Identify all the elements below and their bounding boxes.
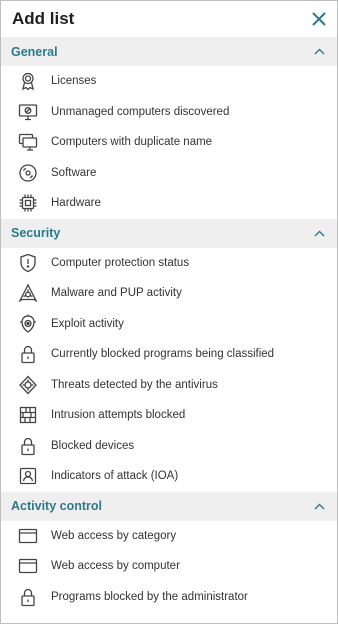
list-item-intrusion-attempts[interactable]: Intrusion attempts blocked	[1, 400, 337, 431]
list-item-web-access-computer[interactable]: Web access by computer	[1, 551, 337, 582]
list-item-software[interactable]: Software	[1, 158, 337, 189]
shield-alert-icon	[17, 252, 39, 274]
list-item-unmanaged-computers[interactable]: Unmanaged computers discovered	[1, 97, 337, 128]
general-list: Licenses Unmanaged computers discovered …	[1, 66, 337, 219]
list-item-web-access-category[interactable]: Web access by category	[1, 521, 337, 552]
item-label: Web access by category	[51, 529, 177, 542]
ioa-icon	[17, 465, 39, 487]
section-title: Security	[11, 226, 61, 240]
security-list: Computer protection status Malware and P…	[1, 248, 337, 492]
close-icon[interactable]	[311, 11, 327, 27]
list-item-duplicate-computers[interactable]: Computers with duplicate name	[1, 127, 337, 158]
item-label: Threats detected by the antivirus	[51, 378, 218, 391]
section-title: Activity control	[11, 499, 102, 513]
list-item-ioa[interactable]: Indicators of attack (IOA)	[1, 461, 337, 492]
item-label: Blocked devices	[51, 439, 135, 452]
item-label: Hardware	[51, 197, 101, 210]
chip-icon	[17, 192, 39, 214]
padlock-icon	[17, 435, 39, 457]
item-label: Computer protection status	[51, 256, 190, 269]
firewall-icon	[17, 404, 39, 426]
item-label: Unmanaged computers discovered	[51, 105, 230, 118]
item-label: Exploit activity	[51, 317, 124, 330]
chevron-up-icon[interactable]	[313, 48, 325, 56]
list-item-licenses[interactable]: Licenses	[1, 66, 337, 97]
browser-window-icon	[17, 525, 39, 547]
padlock-icon	[17, 343, 39, 365]
list-item-programs-blocked-admin[interactable]: Programs blocked by the administrator	[1, 582, 337, 613]
item-label: Computers with duplicate name	[51, 136, 213, 149]
duplicate-computers-icon	[17, 131, 39, 153]
exploit-icon	[17, 313, 39, 335]
panel-title: Add list	[12, 9, 75, 28]
item-label: Currently blocked programs being classif…	[51, 348, 275, 361]
license-ribbon-icon	[17, 70, 39, 92]
panel-header: Add list	[1, 1, 337, 37]
unmanaged-computer-icon	[17, 101, 39, 123]
section-title: General	[11, 44, 58, 59]
list-item-blocked-programs-classified[interactable]: Currently blocked programs being classif…	[1, 339, 337, 370]
section-header-activity-control[interactable]: Activity control	[1, 491, 337, 521]
item-label: Web access by computer	[51, 560, 180, 573]
item-label: Software	[51, 166, 97, 179]
threat-icon	[17, 374, 39, 396]
add-list-panel: Add list General Licenses Unmanaged comp…	[0, 0, 338, 624]
item-label: Programs blocked by the administrator	[51, 590, 248, 603]
list-item-hardware[interactable]: Hardware	[1, 188, 337, 219]
software-disc-icon	[17, 162, 39, 184]
list-item-blocked-devices[interactable]: Blocked devices	[1, 431, 337, 462]
section-header-security[interactable]: Security	[1, 218, 337, 248]
section-header-general[interactable]: General	[1, 37, 337, 66]
item-label: Licenses	[51, 75, 97, 88]
list-item-protection-status[interactable]: Computer protection status	[1, 248, 337, 279]
list-item-threats-detected[interactable]: Threats detected by the antivirus	[1, 370, 337, 401]
padlock-icon	[17, 586, 39, 608]
item-label: Indicators of attack (IOA)	[51, 470, 179, 483]
activity-control-list: Web access by category Web access by com…	[1, 521, 337, 613]
list-item-malware-activity[interactable]: Malware and PUP activity	[1, 278, 337, 309]
malware-icon	[17, 282, 39, 304]
item-label: Intrusion attempts blocked	[51, 409, 186, 422]
item-label: Malware and PUP activity	[51, 287, 182, 300]
browser-window-icon	[17, 555, 39, 577]
list-item-exploit-activity[interactable]: Exploit activity	[1, 309, 337, 340]
chevron-up-icon[interactable]	[313, 229, 325, 237]
chevron-up-icon[interactable]	[313, 502, 325, 510]
